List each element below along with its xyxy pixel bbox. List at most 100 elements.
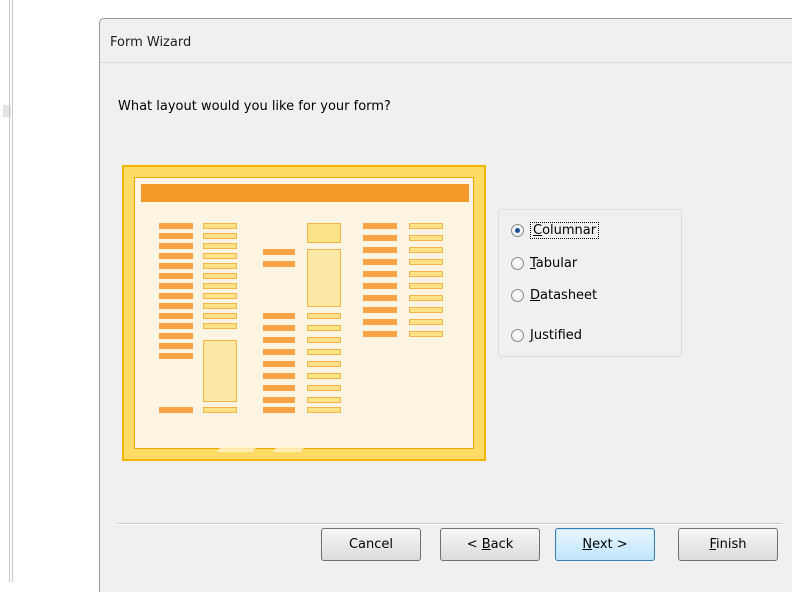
dialog-title: Form Wizard <box>110 35 192 50</box>
preview-label <box>263 261 295 267</box>
preview-field <box>409 319 443 325</box>
next-button-label: Next > <box>582 537 628 552</box>
preview-label <box>159 243 193 249</box>
preview-label <box>159 343 193 349</box>
preview-label <box>263 361 295 367</box>
preview-field <box>203 223 237 229</box>
finish-button-label: Finish <box>709 537 747 552</box>
cancel-button-label: Cancel <box>348 537 394 552</box>
preview-label <box>159 253 193 259</box>
preview-field <box>409 307 443 313</box>
layout-preview-image <box>122 165 486 461</box>
option-label-datasheet: Datasheet <box>530 288 598 303</box>
back-button[interactable]: < Back <box>440 528 540 561</box>
dialog-content: What layout would you like for your form… <box>100 62 792 592</box>
radio-checked-icon[interactable] <box>511 224 524 237</box>
preview-field <box>409 295 443 301</box>
preview-field <box>203 263 237 269</box>
option-datasheet[interactable]: Datasheet <box>511 288 597 303</box>
preview-label <box>263 325 295 331</box>
preview-label <box>159 293 193 299</box>
preview-label <box>363 271 397 277</box>
preview-field <box>203 233 237 239</box>
preview-label <box>363 331 397 337</box>
preview-field <box>307 373 341 379</box>
preview-label <box>363 283 397 289</box>
preview-field <box>409 247 443 253</box>
preview-label <box>363 223 397 229</box>
preview-label <box>263 397 295 403</box>
preview-field <box>409 259 443 265</box>
preview-shine <box>272 446 306 452</box>
option-label-justified: Justified <box>530 328 583 343</box>
cancel-button[interactable]: Cancel <box>321 528 421 561</box>
layout-question: What layout would you like for your form… <box>118 99 391 114</box>
preview-label <box>159 273 193 279</box>
preview-label <box>263 385 295 391</box>
preview-field <box>409 235 443 241</box>
preview-shine <box>216 446 258 452</box>
preview-field <box>203 253 237 259</box>
form-wizard-dialog: Form Wizard What layout would you like f… <box>99 18 792 592</box>
radio-unchecked-icon[interactable] <box>511 257 524 270</box>
option-justified[interactable]: Justified <box>511 328 582 343</box>
preview-field <box>203 293 237 299</box>
preview-label <box>263 313 295 319</box>
preview-label <box>263 373 295 379</box>
preview-field <box>203 243 237 249</box>
next-button[interactable]: Next > <box>555 528 655 561</box>
preview-label <box>363 307 397 313</box>
preview-field <box>409 271 443 277</box>
preview-label <box>159 303 193 309</box>
preview-field <box>307 349 341 355</box>
window-border-line <box>9 0 10 582</box>
preview-form-canvas <box>134 177 474 452</box>
preview-field <box>307 325 341 331</box>
preview-field <box>409 331 443 337</box>
preview-field <box>307 397 341 403</box>
preview-label <box>263 349 295 355</box>
option-label-tabular: Tabular <box>530 256 578 271</box>
back-button-label: < Back <box>466 537 514 552</box>
option-columnar[interactable]: Columnar <box>511 222 600 239</box>
preview-field <box>203 303 237 309</box>
preview-field <box>307 385 341 391</box>
finish-button[interactable]: Finish <box>678 528 778 561</box>
preview-label <box>159 333 193 339</box>
preview-field <box>307 223 341 243</box>
preview-label <box>159 323 193 329</box>
option-label-columnar: Columnar <box>530 222 600 239</box>
radio-unchecked-icon[interactable] <box>511 329 524 342</box>
preview-memo-field <box>307 249 341 307</box>
preview-header-bar <box>141 184 469 202</box>
preview-label <box>263 407 295 413</box>
preview-field <box>203 273 237 279</box>
button-separator <box>118 523 782 525</box>
preview-memo-field <box>203 340 237 402</box>
preview-label <box>159 283 193 289</box>
preview-label <box>363 247 397 253</box>
preview-label <box>363 319 397 325</box>
preview-label <box>159 233 193 239</box>
option-tabular[interactable]: Tabular <box>511 256 577 271</box>
preview-field <box>307 337 341 343</box>
preview-label <box>159 263 193 269</box>
preview-label <box>159 353 193 359</box>
background-window-edge <box>0 0 13 582</box>
preview-field <box>409 223 443 229</box>
layout-options-group: Columnar Tabular Datasheet Justified <box>498 209 682 357</box>
preview-field <box>203 283 237 289</box>
preview-field <box>307 313 341 319</box>
preview-label <box>263 337 295 343</box>
preview-label <box>159 223 193 229</box>
preview-label <box>363 235 397 241</box>
preview-field <box>203 407 237 413</box>
preview-field <box>409 283 443 289</box>
radio-unchecked-icon[interactable] <box>511 289 524 302</box>
preview-label <box>159 407 193 413</box>
preview-field <box>203 323 237 329</box>
preview-label <box>159 313 193 319</box>
preview-label <box>363 295 397 301</box>
preview-label <box>263 249 295 255</box>
preview-field <box>307 361 341 367</box>
